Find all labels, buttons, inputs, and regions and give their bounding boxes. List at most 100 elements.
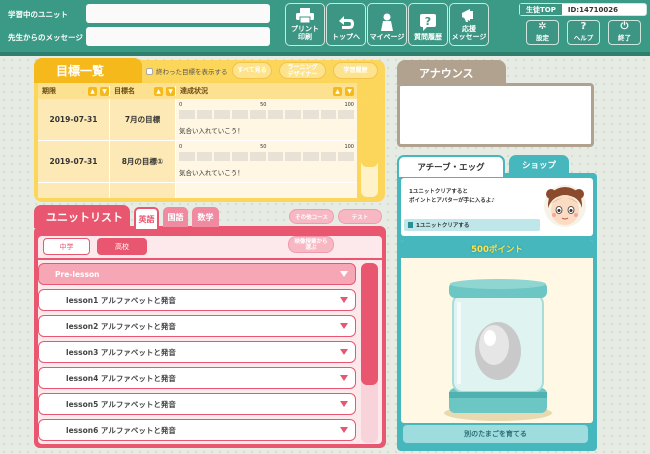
- col-goal-name[interactable]: 目標名 ▲ ▼: [110, 86, 176, 96]
- teacher-message-field: [86, 27, 270, 46]
- goal-status: 0 50 100 気合い入れていこう！: [176, 141, 357, 182]
- expand-icon: [340, 401, 348, 407]
- progress-bar: [179, 152, 355, 161]
- print-button[interactable]: プリント 印刷: [285, 3, 325, 46]
- cheer-message-label: 応援 メッセージ: [451, 25, 487, 41]
- expand-icon: [340, 323, 348, 329]
- student-top-label: 生徒TOP: [520, 4, 562, 15]
- announce-box: [397, 83, 594, 147]
- lesson-label: lesson5 アルファベットと発音: [66, 399, 176, 409]
- question-history-label: 質問履歴: [414, 33, 442, 41]
- col-goal-name-label: 目標名: [114, 87, 135, 95]
- divider: [38, 258, 382, 260]
- lesson-label: lesson2 アルファベットと発音: [66, 321, 176, 331]
- progress-bar: [179, 110, 355, 119]
- col-status[interactable]: 達成状況 ▲ ▼: [176, 86, 357, 96]
- lesson-item[interactable]: lesson1 アルファベットと発音: [38, 289, 356, 311]
- sort-down-icon[interactable]: ▼: [100, 86, 109, 96]
- sort-down-icon[interactable]: ▼: [345, 86, 354, 96]
- col-status-label: 達成状況: [180, 87, 208, 95]
- expand-icon: [340, 375, 348, 381]
- mypage-button[interactable]: マイページ: [367, 3, 407, 46]
- goal-date: 2019-07-31: [38, 141, 110, 182]
- clear-unit-task: 1ユニットクリアする: [404, 219, 540, 231]
- level-tab-high-school[interactable]: 高校: [97, 238, 147, 255]
- achieve-message-box: 1ユニットクリアすると ポイントとアバターが手に入るよ♪ 1ユニットクリアする: [401, 178, 593, 236]
- egg-capsule: [444, 279, 552, 421]
- grow-another-egg-button[interactable]: 別のたまごを育てる: [403, 425, 588, 443]
- expand-icon: [340, 427, 348, 433]
- scale-0: 0: [179, 102, 183, 108]
- tab-shop[interactable]: ショップ: [509, 155, 569, 175]
- svg-text:?: ?: [425, 15, 431, 28]
- subject-tab-math[interactable]: 数学: [192, 207, 219, 227]
- goal-date: 2019-07-31: [38, 99, 110, 140]
- top-label: トップへ: [332, 33, 360, 41]
- sort-down-icon[interactable]: ▼: [166, 86, 175, 96]
- achieve-message-line2: ポイントとアバターが手に入るよ♪: [409, 198, 495, 204]
- col-deadline[interactable]: 期限 ▲ ▼: [38, 86, 110, 96]
- lesson-item[interactable]: lesson4 アルファベットと発音: [38, 367, 356, 389]
- cheer-message-button[interactable]: 応援 メッセージ: [449, 3, 489, 46]
- show-done-label: 終わった目標を表示する: [156, 68, 228, 76]
- egg-display: 500ポイント: [401, 240, 593, 423]
- help-button[interactable]: ? ヘルプ: [567, 20, 600, 45]
- exit-button[interactable]: ⏻ 終了: [608, 20, 641, 45]
- show-done-toggle[interactable]: 終わった目標を表示する: [146, 66, 228, 76]
- question-icon: ?: [420, 14, 436, 31]
- units-scrollbar[interactable]: [361, 263, 378, 443]
- sort-up-icon[interactable]: ▲: [333, 86, 342, 96]
- megaphone-icon: [462, 9, 473, 22]
- lesson-item[interactable]: lesson2 アルファベットと発音: [38, 315, 356, 337]
- other-course-button[interactable]: その他コース: [289, 209, 334, 224]
- top-bar-edge: [0, 52, 650, 56]
- choose-from-video-button[interactable]: 映像授業から 選ぶ: [288, 236, 334, 253]
- table-row[interactable]: 2019-07-31 7月の目標 0 50 100 気合い入れていこう！: [38, 99, 357, 141]
- table-row[interactable]: 2019-07-31 8月の目標① 0 50 100 気合い入れていこう！: [38, 141, 357, 183]
- lesson-item[interactable]: lesson6 アルファベットと発音: [38, 419, 356, 441]
- top-button[interactable]: トップへ: [326, 3, 366, 46]
- goals-scrollbar[interactable]: [361, 97, 378, 197]
- learning-history-button[interactable]: 学習履歴: [333, 62, 378, 79]
- goal-name: 7月の目標: [110, 99, 176, 140]
- tab-achieve-egg[interactable]: アチーブ・エッグ: [397, 155, 505, 177]
- achieve-message-line1: 1ユニットクリアすると: [409, 189, 468, 195]
- question-history-button[interactable]: ? 質問履歴: [408, 3, 448, 46]
- mypage-label: マイページ: [369, 33, 405, 41]
- goals-table-header: 期限 ▲ ▼ 目標名 ▲ ▼ 達成状況 ▲ ▼: [38, 83, 357, 99]
- units-scroll-thumb[interactable]: [361, 263, 378, 385]
- points-display: 500ポイント: [471, 245, 523, 255]
- progress-scale: 0 50 100: [179, 102, 354, 108]
- print-label: プリント 印刷: [291, 25, 319, 41]
- progress-scale: 0 50 100: [179, 144, 354, 150]
- sort-up-icon[interactable]: ▲: [88, 86, 97, 96]
- subject-tab-japanese[interactable]: 国語: [163, 207, 188, 227]
- lesson-item[interactable]: lesson3 アルファベットと発音: [38, 341, 356, 363]
- current-unit-field: [86, 4, 270, 23]
- test-button[interactable]: テスト: [338, 209, 382, 224]
- goal-comment: 気合い入れていこう！: [179, 169, 244, 177]
- learning-designer-button[interactable]: ラーニング デザイナー: [279, 62, 326, 79]
- view-all-button[interactable]: すべて見る: [232, 62, 272, 79]
- lesson-item[interactable]: lesson5 アルファベットと発音: [38, 393, 356, 415]
- lesson-label: lesson4 アルファベットと発音: [66, 373, 176, 383]
- scale-100: 100: [344, 144, 354, 150]
- settings-button[interactable]: ✲ 設定: [526, 20, 559, 45]
- table-row: [38, 183, 357, 198]
- sort-up-icon[interactable]: ▲: [154, 86, 163, 96]
- scale-0: 0: [179, 144, 183, 150]
- pre-lesson-label: Pre-lesson: [55, 269, 100, 279]
- flag-icon: [408, 222, 413, 228]
- lesson-label: lesson1 アルファベットと発音: [66, 295, 176, 305]
- achieve-message: 1ユニットクリアすると ポイントとアバターが手に入るよ♪: [409, 188, 495, 206]
- checkbox[interactable]: [146, 67, 153, 75]
- announce-title: アナウンス: [397, 60, 506, 85]
- subject-tab-english[interactable]: 英語: [134, 207, 159, 229]
- help-label: ヘルプ: [573, 34, 594, 42]
- avatar: [544, 185, 586, 227]
- goals-title: 目標一覧: [34, 58, 142, 83]
- level-tab-junior-high[interactable]: 中学: [43, 238, 90, 255]
- pre-lesson-item[interactable]: Pre-lesson: [38, 263, 356, 285]
- expand-icon: [340, 271, 348, 277]
- goals-scroll-thumb[interactable]: [361, 97, 378, 167]
